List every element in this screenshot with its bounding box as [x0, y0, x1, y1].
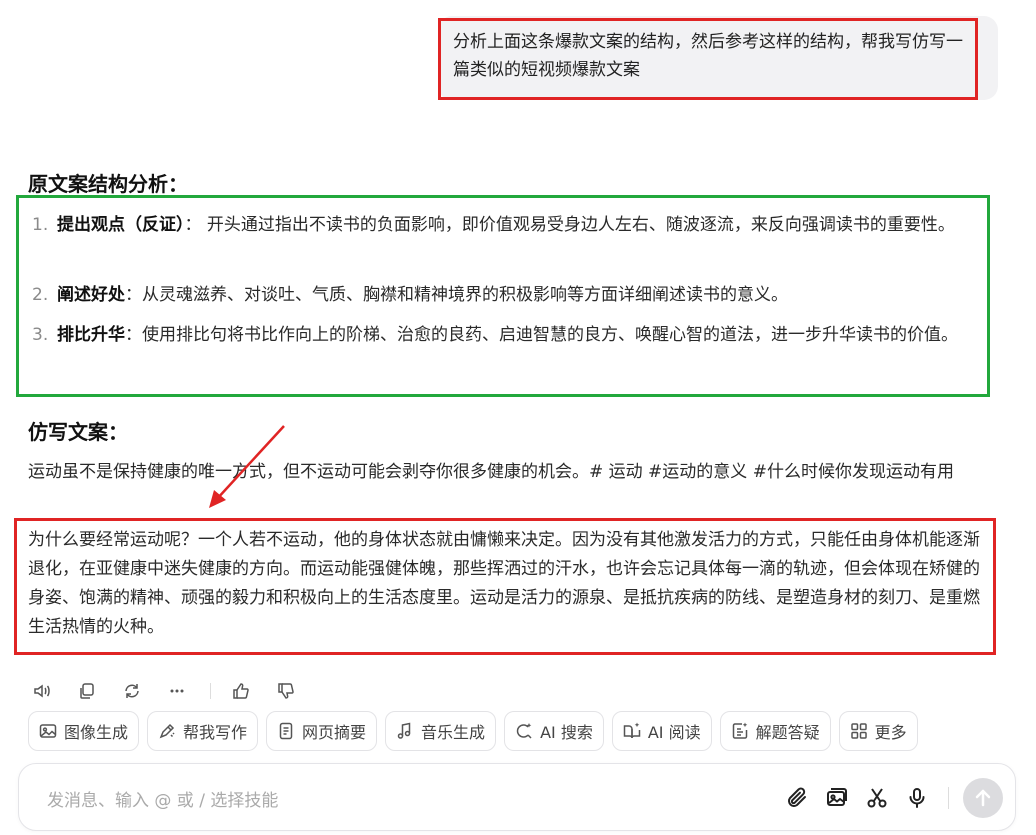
scissors-icon[interactable]	[864, 785, 890, 811]
imitation-body: 为什么要经常运动呢？一个人若不运动，他的身体状态就由慵懒来决定。因为没有其他激发…	[28, 530, 980, 637]
tool-label: 帮我写作	[183, 723, 248, 742]
analysis-heading: 原文案结构分析：	[28, 172, 188, 196]
imitation-intro: 运动虽不是保持健康的唯一方式，但不运动可能会剥夺你很多健康的机会。# 运动 #运…	[28, 462, 954, 482]
message-input-box[interactable]: 发消息、输入 @ 或 / 选择技能	[18, 763, 1016, 831]
more-icon[interactable]	[165, 679, 189, 703]
input-tools	[770, 778, 1003, 818]
list-number: 1.	[32, 215, 49, 235]
pen-icon	[159, 723, 175, 739]
tool-bar: 图像生成 帮我写作 网页摘要 音乐生成 AI 搜索 AI 阅读 解题答疑 更多	[28, 711, 926, 751]
tool-image-generate[interactable]: 图像生成	[28, 711, 140, 751]
tool-label: 音乐生成	[421, 723, 486, 742]
speaker-icon[interactable]	[30, 679, 54, 703]
microphone-icon[interactable]	[904, 785, 930, 811]
annotation-arrow-icon	[209, 425, 285, 508]
tool-ai-search[interactable]: AI 搜索	[504, 711, 604, 751]
list-number: 3.	[32, 325, 49, 345]
attachment-icon[interactable]	[784, 785, 810, 811]
list-item-text: 开头通过指出不读书的负面影响，即价值观易受身边人左右、随波逐流，来反向强调读书的…	[206, 215, 955, 235]
list-item-title: 提出观点（反证）	[57, 215, 185, 235]
list-item-title: 排比升华	[57, 325, 125, 345]
regenerate-icon[interactable]	[120, 679, 144, 703]
divider	[948, 787, 949, 809]
arrow-up-icon	[975, 789, 991, 807]
music-icon	[397, 722, 411, 739]
list-item-text: 从灵魂滋养、对谈吐、气质、胸襟和精神境界的积极影响等方面详细阐述读书的意义。	[142, 285, 788, 305]
grid-icon	[850, 723, 867, 739]
ai-search-icon	[516, 723, 532, 739]
thumbs-up-icon[interactable]	[229, 679, 253, 703]
image-icon	[39, 724, 57, 738]
user-message: 分析上面这条爆款文案的结构，然后参考这样的结构，帮我写仿写一篇类似的短视频爆款文…	[438, 16, 998, 100]
tool-more[interactable]: 更多	[838, 711, 918, 751]
list-item: 1. 提出观点（反证）： 开头通过指出不读书的负面影响，即价值观易受身边人左右、…	[32, 210, 980, 240]
qa-icon	[732, 722, 747, 739]
message-input-placeholder[interactable]: 发消息、输入 @ 或 / 选择技能	[47, 786, 278, 811]
tool-label: AI 搜索	[540, 723, 593, 742]
page-icon	[279, 722, 293, 740]
list-item-title: 阐述好处	[57, 285, 125, 305]
list-item-text: 使用排比句将书比作向上的阶梯、治愈的良药、启迪智慧的良方、唤醒心智的道法，进一步…	[142, 325, 958, 345]
message-actions	[30, 678, 319, 704]
copy-icon[interactable]	[75, 679, 99, 703]
imitation-heading: 仿写文案：	[28, 420, 128, 444]
list-item: 3. 排比升华：使用排比句将书比作向上的阶梯、治愈的良药、启迪智慧的良方、唤醒心…	[32, 320, 980, 350]
tool-label: 网页摘要	[302, 723, 367, 742]
tool-help-write[interactable]: 帮我写作	[147, 711, 259, 751]
thumbs-down-icon[interactable]	[274, 679, 298, 703]
tool-label: 图像生成	[64, 723, 129, 742]
tool-label: AI 阅读	[647, 723, 701, 742]
send-button[interactable]	[963, 778, 1003, 818]
tool-label: 解题答疑	[755, 723, 820, 742]
tool-qa[interactable]: 解题答疑	[719, 711, 831, 751]
user-message-text: 分析上面这条爆款文案的结构，然后参考这样的结构，帮我写仿写一篇类似的短视频爆款文…	[453, 32, 963, 80]
image-upload-icon[interactable]	[824, 785, 850, 811]
tool-web-summary[interactable]: 网页摘要	[266, 711, 378, 751]
tool-label: 更多	[874, 723, 907, 742]
tool-ai-read[interactable]: AI 阅读	[611, 711, 712, 751]
list-number: 2.	[32, 285, 49, 305]
divider	[210, 683, 211, 699]
tool-music-generate[interactable]: 音乐生成	[385, 711, 497, 751]
list-item: 2. 阐述好处：从灵魂滋养、对谈吐、气质、胸襟和精神境界的积极影响等方面详细阐述…	[32, 280, 980, 310]
ai-read-icon	[623, 722, 641, 739]
